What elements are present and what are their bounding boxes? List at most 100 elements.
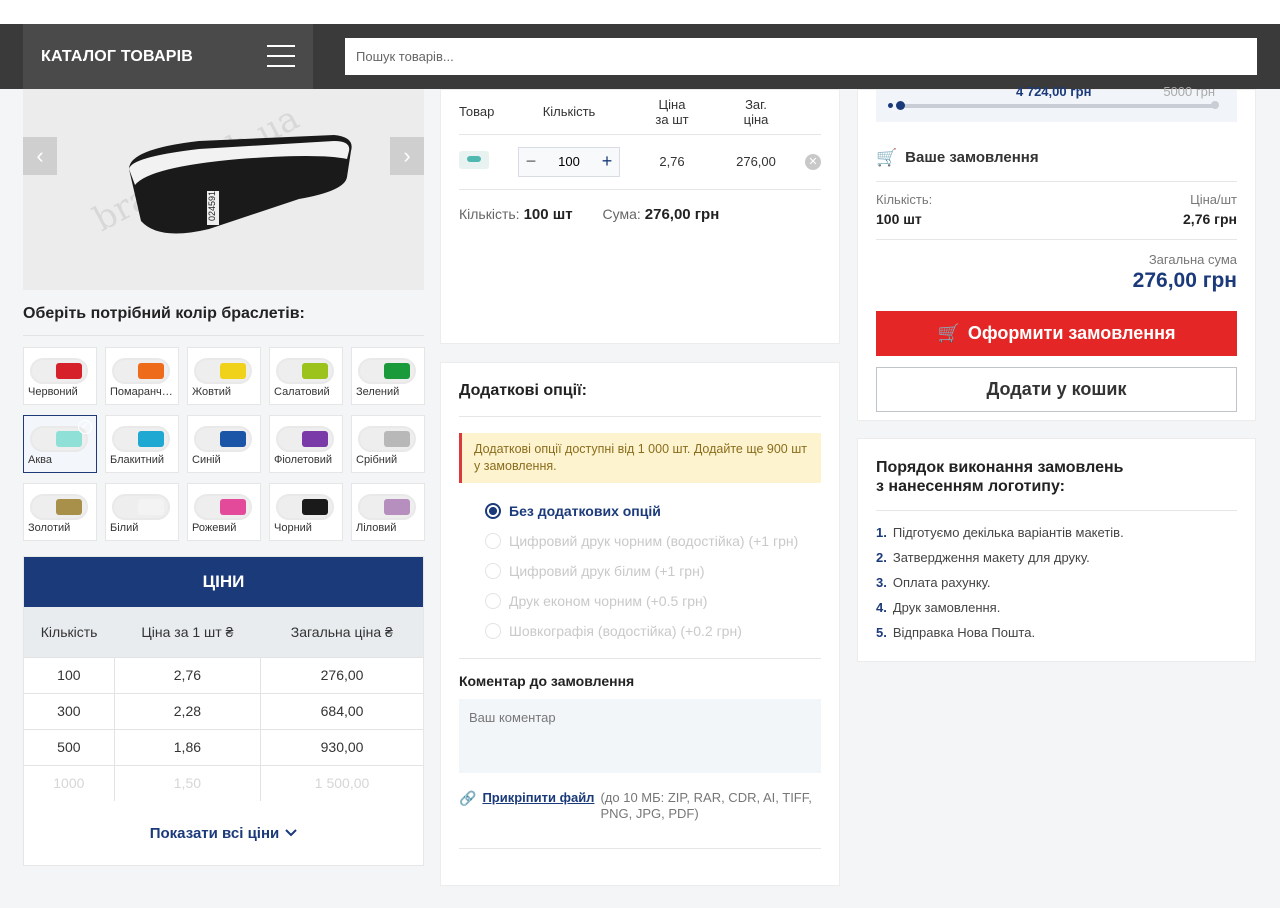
step-text: Оплата рахунку.	[892, 575, 991, 590]
price-table-card: ЦІНИ Кількість Ціна за 1 шт ₴ Загальна ц…	[23, 556, 424, 866]
color-swatch[interactable]: Салатовий	[269, 347, 343, 405]
bracelet-thumbnail	[194, 358, 252, 384]
option-label: Шовкографія (водостійка) (+0.2 грн)	[509, 623, 742, 639]
color-swatch-label: Червоний	[28, 386, 78, 398]
color-swatch-label: Золотий	[28, 522, 71, 534]
radio-icon[interactable]	[485, 593, 501, 609]
radio-icon[interactable]	[485, 503, 501, 519]
options-notice: Додаткові опції доступні від 1 000 шт. Д…	[459, 433, 821, 483]
table-cell: 500	[24, 728, 115, 765]
minus-icon[interactable]: −	[519, 151, 543, 172]
price-col-unit: Ціна за 1 шт ₴	[114, 607, 261, 657]
color-swatch-label: Блакитний	[110, 454, 164, 466]
order-summary-card: 4 724,00 грн 5000 грн 🛒 Ваше замовлення …	[857, 84, 1256, 421]
quantity-input[interactable]	[543, 154, 595, 169]
options-card: Додаткові опції: Додаткові опції доступн…	[440, 362, 840, 886]
bracelet-thumbnail	[30, 494, 88, 520]
options-radio-group: Без додаткових опцій Цифровий друк чорни…	[459, 496, 821, 646]
plus-icon[interactable]: +	[595, 151, 619, 172]
attach-file-link[interactable]: Прикріпити файл	[482, 790, 594, 822]
color-swatch[interactable]: Блакитний	[105, 415, 179, 473]
catalog-menu[interactable]: КАТАЛОГ ТОВАРІВ	[23, 24, 313, 89]
color-swatch[interactable]: Жовтий	[187, 347, 261, 405]
color-swatch-label: Помаранчевий	[110, 386, 176, 398]
catalog-title: КАТАЛОГ ТОВАРІВ	[41, 47, 194, 65]
comment-block: Коментар до замовлення 🔗 Прикріпити файл…	[459, 658, 821, 849]
option-label: Цифровий друк чорним (водостійка) (+1 гр…	[509, 533, 799, 549]
option-radio[interactable]: Шовкографія (водостійка) (+0.2 грн)	[485, 616, 821, 646]
option-label: Без додаткових опцій	[509, 503, 661, 519]
cart-col-unit: Ціна за шт	[633, 90, 711, 135]
table-cell: 930,00	[260, 728, 423, 765]
color-swatch[interactable]: Ліловий	[351, 483, 425, 541]
color-swatch-label: Зелений	[356, 386, 400, 398]
bracelet-thumbnail	[276, 358, 334, 384]
radio-icon[interactable]	[485, 623, 501, 639]
link-icon: 🔗	[459, 790, 477, 806]
bracelet-thumbnail	[358, 494, 416, 520]
gallery-prev-button[interactable]: ‹	[23, 137, 57, 175]
color-swatch[interactable]: Білий	[105, 483, 179, 541]
step-text: Підготуємо декілька варіантів макетів.	[892, 525, 1124, 540]
your-order-title: Ваше замовлення	[905, 149, 1039, 166]
table-row: 300 2,28 684,00	[24, 692, 423, 729]
color-swatch[interactable]: Фіолетовий	[269, 415, 343, 473]
product-image: 024591	[129, 135, 352, 234]
comment-input[interactable]	[459, 699, 821, 773]
attach-hint: (до 10 МБ: ZIP, RAR, CDR, AI, TIFF, PNG,…	[600, 790, 812, 821]
progress-left-value: 4 724,00 грн	[1016, 84, 1092, 99]
radio-icon[interactable]	[485, 533, 501, 549]
cart-icon: 🛒	[937, 323, 960, 343]
option-radio[interactable]: Без додаткових опцій	[485, 496, 821, 526]
color-swatch-label: Срібний	[356, 454, 398, 466]
table-cell: 276,00	[260, 656, 423, 693]
color-swatch[interactable]: Помаранчевий	[105, 347, 179, 405]
product-thumbnail	[459, 151, 489, 169]
progress-end-dot	[1211, 101, 1219, 109]
menu-icon[interactable]	[267, 45, 295, 69]
color-swatch[interactable]: Золотий	[23, 483, 97, 541]
bracelet-thumbnail	[276, 494, 334, 520]
checkout-button[interactable]: 🛒 Оформити замовлення	[876, 311, 1237, 356]
option-radio[interactable]: Цифровий друк білим (+1 грн)	[485, 556, 821, 586]
cart-total-price: 276,00	[711, 134, 801, 190]
search-input[interactable]	[345, 38, 1257, 75]
steps-title: Порядок виконання замовлень з нанесенням…	[876, 439, 1237, 511]
color-swatch[interactable]: Аква ✓	[23, 415, 97, 473]
color-swatch[interactable]: Синій	[187, 415, 261, 473]
chevron-down-icon	[285, 829, 297, 837]
color-swatch[interactable]: Червоний	[23, 347, 97, 405]
bracelet-thumbnail	[276, 426, 334, 452]
cart-card: Товар Кількість Ціна за шт Заг. ціна − +	[440, 89, 840, 344]
table-row: 100 2,76 276,00	[24, 656, 423, 693]
order-qty-label: Кількість:	[876, 192, 933, 207]
steps-list: 1. Підготуємо декілька варіантів макетів.…	[876, 525, 1237, 650]
color-swatch[interactable]: Чорний	[269, 483, 343, 541]
band-number: 024591	[207, 191, 217, 221]
color-title: Оберіть потрібний колір браслетів:	[23, 305, 424, 336]
add-to-cart-button[interactable]: Додати у кошик	[876, 367, 1237, 412]
list-item: 1. Підготуємо декілька варіантів макетів.	[876, 525, 1237, 550]
bracelet-thumbnail	[194, 494, 252, 520]
list-item: 2. Затвердження макету для друку.	[876, 550, 1237, 575]
color-swatch[interactable]: Зелений	[351, 347, 425, 405]
option-radio[interactable]: Цифровий друк чорним (водостійка) (+1 гр…	[485, 526, 821, 556]
color-swatch-label: Чорний	[274, 522, 312, 534]
option-radio[interactable]: Друк економ чорним (+0.5 грн)	[485, 586, 821, 616]
show-all-prices-button[interactable]: Показати всі ціни	[24, 801, 423, 865]
color-swatch[interactable]: Срібний	[351, 415, 425, 473]
bracelet-thumbnail	[194, 426, 252, 452]
attach-file: 🔗 Прикріпити файл (до 10 МБ: ZIP, RAR, C…	[459, 790, 821, 849]
color-swatch[interactable]: Рожевий	[187, 483, 261, 541]
show-all-label: Показати всі ціни	[149, 824, 280, 842]
radio-icon[interactable]	[485, 563, 501, 579]
color-swatch-label: Рожевий	[192, 522, 237, 534]
your-order-header: 🛒 Ваше замовлення	[876, 134, 1237, 182]
price-table-title: ЦІНИ	[24, 557, 423, 607]
gallery-next-button[interactable]: ›	[390, 137, 424, 175]
table-cell: 1 500,00	[260, 764, 423, 801]
quantity-stepper[interactable]: − +	[518, 146, 620, 177]
cart-totals: Кількість: 100 шт Сума: 276,00 грн	[459, 206, 821, 223]
remove-icon[interactable]: ✕	[805, 154, 821, 170]
table-cell: 684,00	[260, 692, 423, 729]
